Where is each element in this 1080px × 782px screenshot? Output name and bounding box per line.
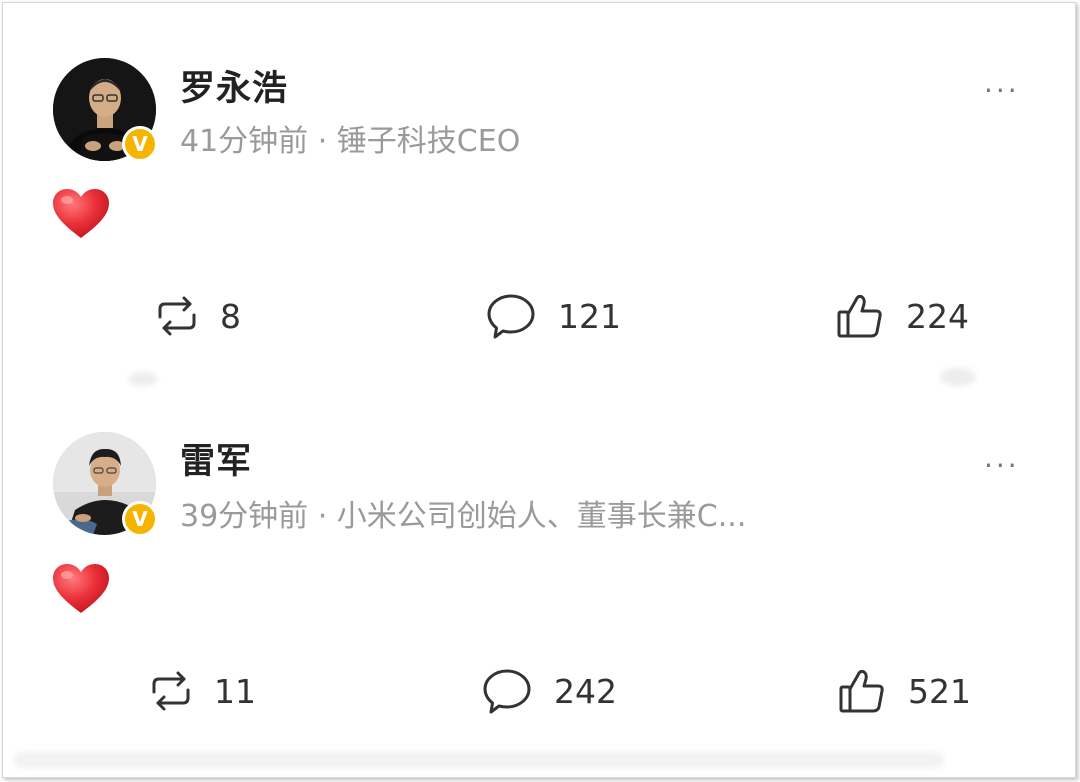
heart-emoji-icon <box>52 563 110 615</box>
bottom-bar-shadow <box>14 752 944 768</box>
post-meta: 41分钟前 · 锤子科技CEO <box>180 116 520 160</box>
comment-button[interactable]: 121 <box>486 292 621 340</box>
like-count: 224 <box>906 296 969 336</box>
feed-post: V 罗永浩 41分钟前 · 锤子科技CEO ··· 8 121 224 <box>0 0 1080 375</box>
verified-badge-icon: V <box>122 501 158 537</box>
repost-button[interactable]: 11 <box>150 667 256 715</box>
author-name[interactable]: 罗永浩 <box>180 60 288 111</box>
repost-icon <box>158 296 196 336</box>
author-bio: 锤子科技CEO <box>336 124 521 159</box>
repost-count: 11 <box>214 671 256 711</box>
comment-button[interactable]: 242 <box>482 667 617 715</box>
more-options-icon[interactable]: ··· <box>984 74 1020 107</box>
repost-count: 8 <box>220 296 241 336</box>
author-bio: 小米公司创始人、董事长兼C... <box>336 499 747 534</box>
meta-separator: · <box>308 124 337 159</box>
repost-icon <box>152 671 190 711</box>
verified-badge-icon: V <box>122 126 158 162</box>
meta-separator: · <box>308 499 337 534</box>
post-time: 41分钟前 <box>180 124 309 159</box>
heart-emoji-icon <box>52 188 110 240</box>
like-count: 521 <box>908 671 971 711</box>
feed-post: V 雷军 39分钟前 · 小米公司创始人、董事长兼C... ··· 11 242… <box>0 375 1080 750</box>
like-button[interactable]: 521 <box>838 667 971 715</box>
more-options-icon[interactable]: ··· <box>984 449 1020 482</box>
post-time: 39分钟前 <box>180 499 309 534</box>
author-name[interactable]: 雷军 <box>180 433 252 484</box>
comment-count: 121 <box>558 296 621 336</box>
comment-icon <box>487 294 535 339</box>
thumbs-up-icon <box>839 669 884 713</box>
like-button[interactable]: 224 <box>836 292 969 340</box>
comment-count: 242 <box>554 671 617 711</box>
comment-icon <box>483 669 531 714</box>
thumbs-up-icon <box>837 294 882 338</box>
repost-button[interactable]: 8 <box>156 292 241 340</box>
post-meta: 39分钟前 · 小米公司创始人、董事长兼C... <box>180 491 746 535</box>
